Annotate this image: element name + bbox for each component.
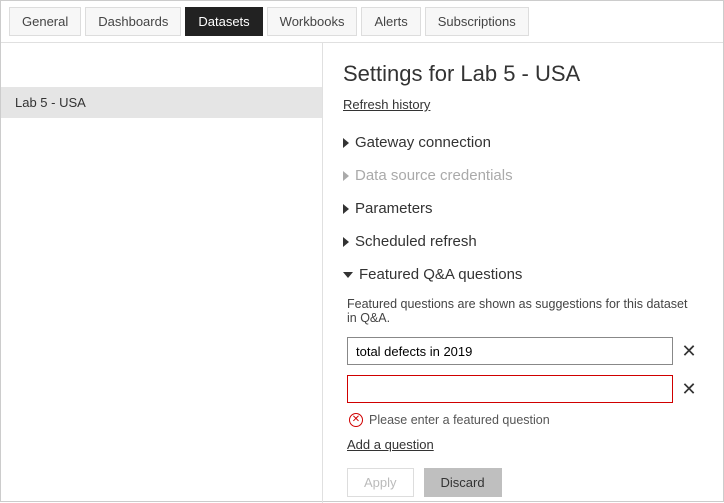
close-icon[interactable]: ✕ bbox=[681, 381, 697, 397]
section-label: Gateway connection bbox=[355, 134, 491, 151]
tab-workbooks[interactable]: Workbooks bbox=[267, 7, 358, 36]
section-parameters[interactable]: Parameters bbox=[343, 192, 697, 225]
close-icon[interactable]: ✕ bbox=[681, 343, 697, 359]
error-text: Please enter a featured question bbox=[369, 413, 550, 427]
featured-hint: Featured questions are shown as suggesti… bbox=[347, 297, 697, 325]
section-gateway[interactable]: Gateway connection bbox=[343, 126, 697, 159]
discard-button[interactable]: Discard bbox=[424, 468, 502, 497]
button-row: Apply Discard bbox=[347, 468, 697, 497]
question-input-1[interactable] bbox=[347, 337, 673, 365]
error-message: ✕ Please enter a featured question bbox=[349, 413, 697, 427]
section-label: Parameters bbox=[355, 200, 433, 217]
section-scheduled-refresh[interactable]: Scheduled refresh bbox=[343, 225, 697, 258]
error-icon: ✕ bbox=[349, 413, 363, 427]
question-row: ✕ bbox=[347, 337, 697, 365]
chevron-right-icon bbox=[343, 204, 349, 214]
section-featured-qa[interactable]: Featured Q&A questions bbox=[343, 258, 697, 291]
content: Settings for Lab 5 - USA Refresh history… bbox=[323, 43, 723, 503]
refresh-history-link[interactable]: Refresh history bbox=[343, 97, 430, 112]
section-credentials[interactable]: Data source credentials bbox=[343, 159, 697, 192]
sidebar: Lab 5 - USA bbox=[1, 43, 323, 503]
question-input-2[interactable] bbox=[347, 375, 673, 403]
question-row: ✕ bbox=[347, 375, 697, 403]
chevron-right-icon bbox=[343, 237, 349, 247]
add-question-link[interactable]: Add a question bbox=[347, 437, 434, 452]
chevron-right-icon bbox=[343, 138, 349, 148]
featured-qa-body: Featured questions are shown as suggesti… bbox=[343, 291, 697, 503]
section-label: Featured Q&A questions bbox=[359, 266, 522, 283]
tab-subscriptions[interactable]: Subscriptions bbox=[425, 7, 529, 36]
tab-alerts[interactable]: Alerts bbox=[361, 7, 420, 36]
apply-button[interactable]: Apply bbox=[347, 468, 414, 497]
sidebar-item-dataset[interactable]: Lab 5 - USA bbox=[1, 87, 322, 118]
tab-general[interactable]: General bbox=[9, 7, 81, 36]
section-label: Scheduled refresh bbox=[355, 233, 477, 250]
chevron-right-icon bbox=[343, 171, 349, 181]
page-title: Settings for Lab 5 - USA bbox=[343, 61, 697, 87]
chevron-down-icon bbox=[343, 272, 353, 278]
tab-datasets[interactable]: Datasets bbox=[185, 7, 262, 36]
tabs-bar: General Dashboards Datasets Workbooks Al… bbox=[1, 1, 723, 43]
tab-dashboards[interactable]: Dashboards bbox=[85, 7, 181, 36]
section-label: Data source credentials bbox=[355, 167, 513, 184]
